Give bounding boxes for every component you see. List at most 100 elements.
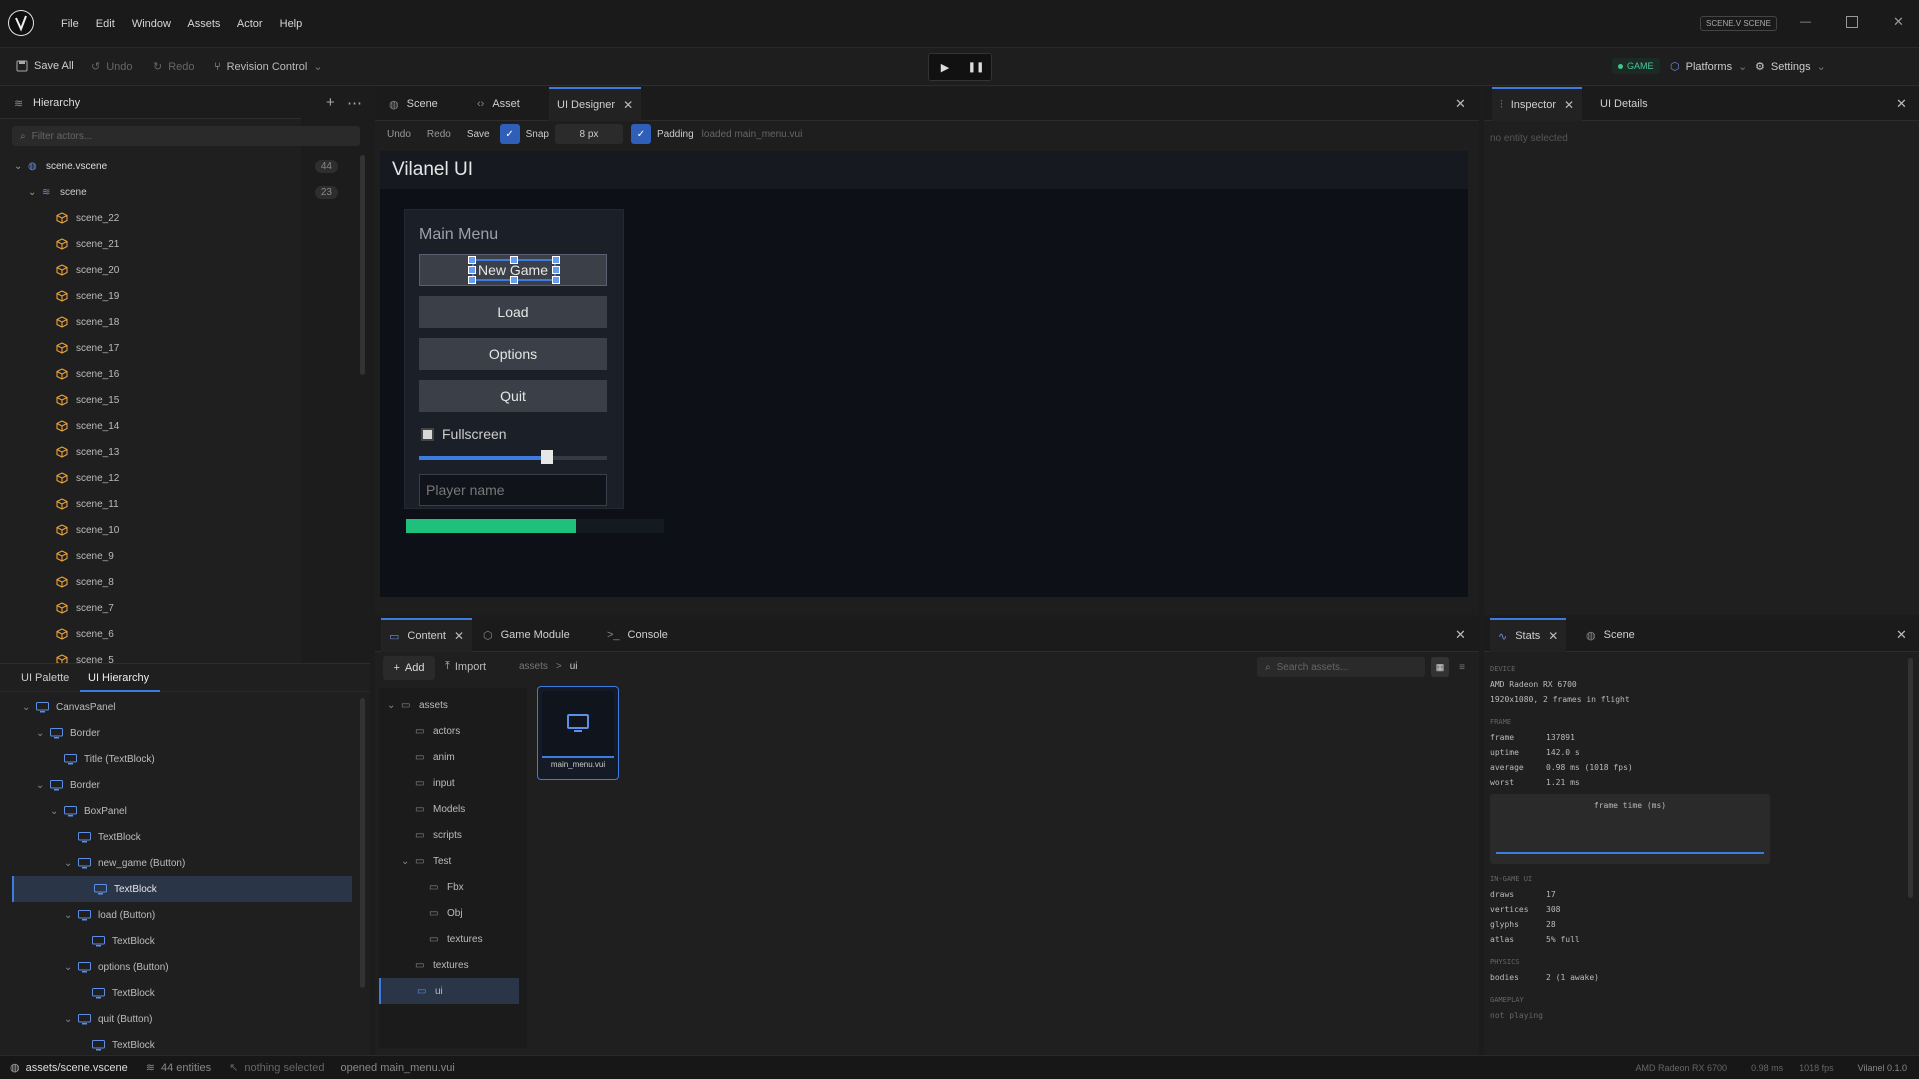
volume-slider[interactable] — [419, 450, 607, 464]
ui-tree-row[interactable]: Title (TextBlock) — [0, 746, 352, 772]
hierarchy-add-icon-2[interactable]: + — [326, 94, 335, 111]
ui-tree-row[interactable]: ⌄ BoxPanel — [0, 798, 352, 824]
stats-scrollbar[interactable] — [1908, 658, 1913, 898]
folder-row[interactable]: ▭ input — [379, 770, 519, 796]
hierarchy-more-icon[interactable]: ⋯ — [347, 94, 362, 112]
tree-item-scene_16[interactable]: scene_16 — [0, 361, 360, 387]
filter-actors-input[interactable]: ⌕ Filter actors... — [12, 126, 360, 146]
menu-edit[interactable]: Edit — [96, 18, 115, 30]
tree-scene[interactable]: ⌄ ≋ scene 23 — [0, 179, 360, 205]
resize-handle-bottom-left[interactable] — [468, 276, 476, 284]
menu-assets[interactable]: Assets — [187, 18, 220, 30]
ui-tree-row[interactable]: ⌄ quit (Button) — [0, 1006, 352, 1032]
minimize-icon[interactable]: — — [1800, 16, 1811, 30]
close-icon[interactable]: ✕ — [1564, 98, 1574, 112]
tree-item-scene_14[interactable]: scene_14 — [0, 413, 360, 439]
resize-handle-top[interactable] — [510, 256, 518, 264]
designer-canvas[interactable]: Vilanel UI Main Menu New Game Load Optio… — [380, 151, 1468, 597]
folder-row[interactable]: ⌄ ▭ assets — [379, 692, 519, 718]
play-icon[interactable]: ▶ — [929, 54, 961, 80]
ui-tree-row[interactable]: ⌄ CanvasPanel — [0, 694, 352, 720]
ui-tree-row[interactable]: TextBlock — [0, 824, 352, 850]
settings-button[interactable]: ⚙ Settings ⌄ — [1755, 60, 1826, 74]
tab-ui-hierarchy[interactable]: UI Hierarchy — [88, 672, 149, 684]
breadcrumb-ui[interactable]: ui — [570, 661, 578, 672]
tree-item-scene_11[interactable]: scene_11 — [0, 491, 360, 517]
tree-item-scene_9[interactable]: scene_9 — [0, 543, 360, 569]
designer-redo-button[interactable]: Redo — [427, 129, 451, 140]
close-panel-icon[interactable]: ✕ — [1455, 96, 1466, 112]
resize-handle-bottom[interactable] — [510, 276, 518, 284]
load-button[interactable]: Load — [419, 296, 607, 328]
tree-item-scene_13[interactable]: scene_13 — [0, 439, 360, 465]
tab-scene[interactable]: ◍ Scene — [381, 87, 446, 121]
folder-row[interactable]: ▭ textures — [379, 952, 519, 978]
folder-row[interactable]: ▭ actors — [379, 718, 519, 744]
tree-item-scene_6[interactable]: scene_6 — [0, 621, 360, 647]
tree-item-scene_10[interactable]: scene_10 — [0, 517, 360, 543]
ui-tree-row[interactable]: ⌄ load (Button) — [0, 902, 352, 928]
ui-tree-row[interactable]: ⌄ Border — [0, 720, 352, 746]
padding-checkbox[interactable]: ✓ — [630, 124, 651, 144]
breadcrumb-assets[interactable]: assets — [519, 661, 548, 672]
resize-handle-top-right[interactable] — [552, 256, 560, 264]
ui-tree-row[interactable]: ⌄ Border — [0, 772, 352, 798]
menu-help[interactable]: Help — [280, 18, 303, 30]
tab-game-module[interactable]: ⬡ Game Module — [475, 618, 578, 652]
snap-checkbox[interactable]: ✓ — [499, 124, 520, 144]
import-button[interactable]: ⤒ Import — [445, 660, 486, 673]
close-panel-icon[interactable]: ✕ — [1896, 627, 1907, 643]
folder-row[interactable]: ▭ scripts — [379, 822, 519, 848]
menu-window[interactable]: Window — [132, 18, 171, 30]
slider-thumb[interactable] — [540, 450, 553, 464]
tree-item-scene_12[interactable]: scene_12 — [0, 465, 360, 491]
ui-tree-row[interactable]: ⌄ options (Button) — [0, 954, 352, 980]
ui-tree-row[interactable]: TextBlock — [12, 876, 352, 902]
snap-value-input[interactable]: 8 px — [554, 124, 623, 144]
menu-file[interactable]: File — [61, 18, 79, 30]
tree-item-scene_17[interactable]: scene_17 — [0, 335, 360, 361]
hierarchy-scrollbar[interactable] — [360, 155, 365, 375]
redo-button[interactable]: ↻ Redo — [153, 60, 195, 74]
close-icon[interactable]: ✕ — [1548, 629, 1558, 643]
search-assets-input[interactable]: ⌕ Search assets... — [1257, 657, 1425, 677]
close-window-icon[interactable]: ✕ — [1893, 14, 1904, 30]
ui-tree-scrollbar[interactable] — [360, 698, 365, 988]
tab-asset[interactable]: ‹› Asset — [469, 87, 528, 121]
close-panel-icon[interactable]: ✕ — [1455, 627, 1466, 643]
resize-handle-bottom-right[interactable] — [552, 276, 560, 284]
tab-content[interactable]: ▭ Content ✕ — [381, 618, 472, 652]
pause-icon[interactable]: ❚❚ — [961, 54, 991, 80]
folder-row[interactable]: ▭ Fbx — [379, 874, 519, 900]
folder-row[interactable]: ▭ Obj — [379, 900, 519, 926]
save-all-button[interactable]: Save All — [16, 60, 74, 72]
close-icon[interactable]: ✕ — [454, 629, 464, 643]
tab-ui-details[interactable]: UI Details — [1592, 87, 1656, 121]
tree-item-scene_18[interactable]: scene_18 — [0, 309, 360, 335]
designer-undo-button[interactable]: Undo — [387, 129, 411, 140]
tab-inspector[interactable]: ⫶ Inspector ✕ — [1492, 87, 1583, 121]
folder-row[interactable]: ▭ anim — [379, 744, 519, 770]
tree-item-scene_8[interactable]: scene_8 — [0, 569, 360, 595]
folder-row[interactable]: ⌄ ▭ Test — [379, 848, 519, 874]
folder-row[interactable]: ▭ ui — [379, 978, 519, 1004]
undo-button[interactable]: ↺ Undo — [91, 60, 133, 74]
tab-ui-designer[interactable]: UI Designer ✕ — [549, 87, 642, 121]
tree-item-scene_21[interactable]: scene_21 — [0, 231, 360, 257]
tree-root-scene-vscene[interactable]: ⌄ ◍ scene.vscene 44 — [0, 153, 360, 179]
tab-console[interactable]: >_ Console — [599, 618, 676, 652]
tree-item-scene_22[interactable]: scene_22 — [0, 205, 360, 231]
ui-tree-row[interactable]: ⌄ new_game (Button) — [0, 850, 352, 876]
ui-tree-row[interactable]: TextBlock — [0, 928, 352, 954]
ui-tree-row[interactable]: TextBlock — [0, 980, 352, 1006]
tab-stats[interactable]: ∿ Stats ✕ — [1490, 618, 1567, 652]
platforms-button[interactable]: ⬡ Platforms ⌄ — [1670, 60, 1747, 74]
resize-handle-left[interactable] — [468, 266, 476, 274]
asset-tile-main-menu[interactable]: main_menu.vui — [537, 686, 619, 780]
tree-item-scene_15[interactable]: scene_15 — [0, 387, 360, 413]
tab-ui-palette[interactable]: UI Palette — [21, 672, 69, 684]
quit-button[interactable]: Quit — [419, 380, 607, 412]
new-game-button[interactable]: New Game — [419, 254, 607, 286]
menu-actor[interactable]: Actor — [237, 18, 263, 30]
resize-handle-top-left[interactable] — [468, 256, 476, 264]
